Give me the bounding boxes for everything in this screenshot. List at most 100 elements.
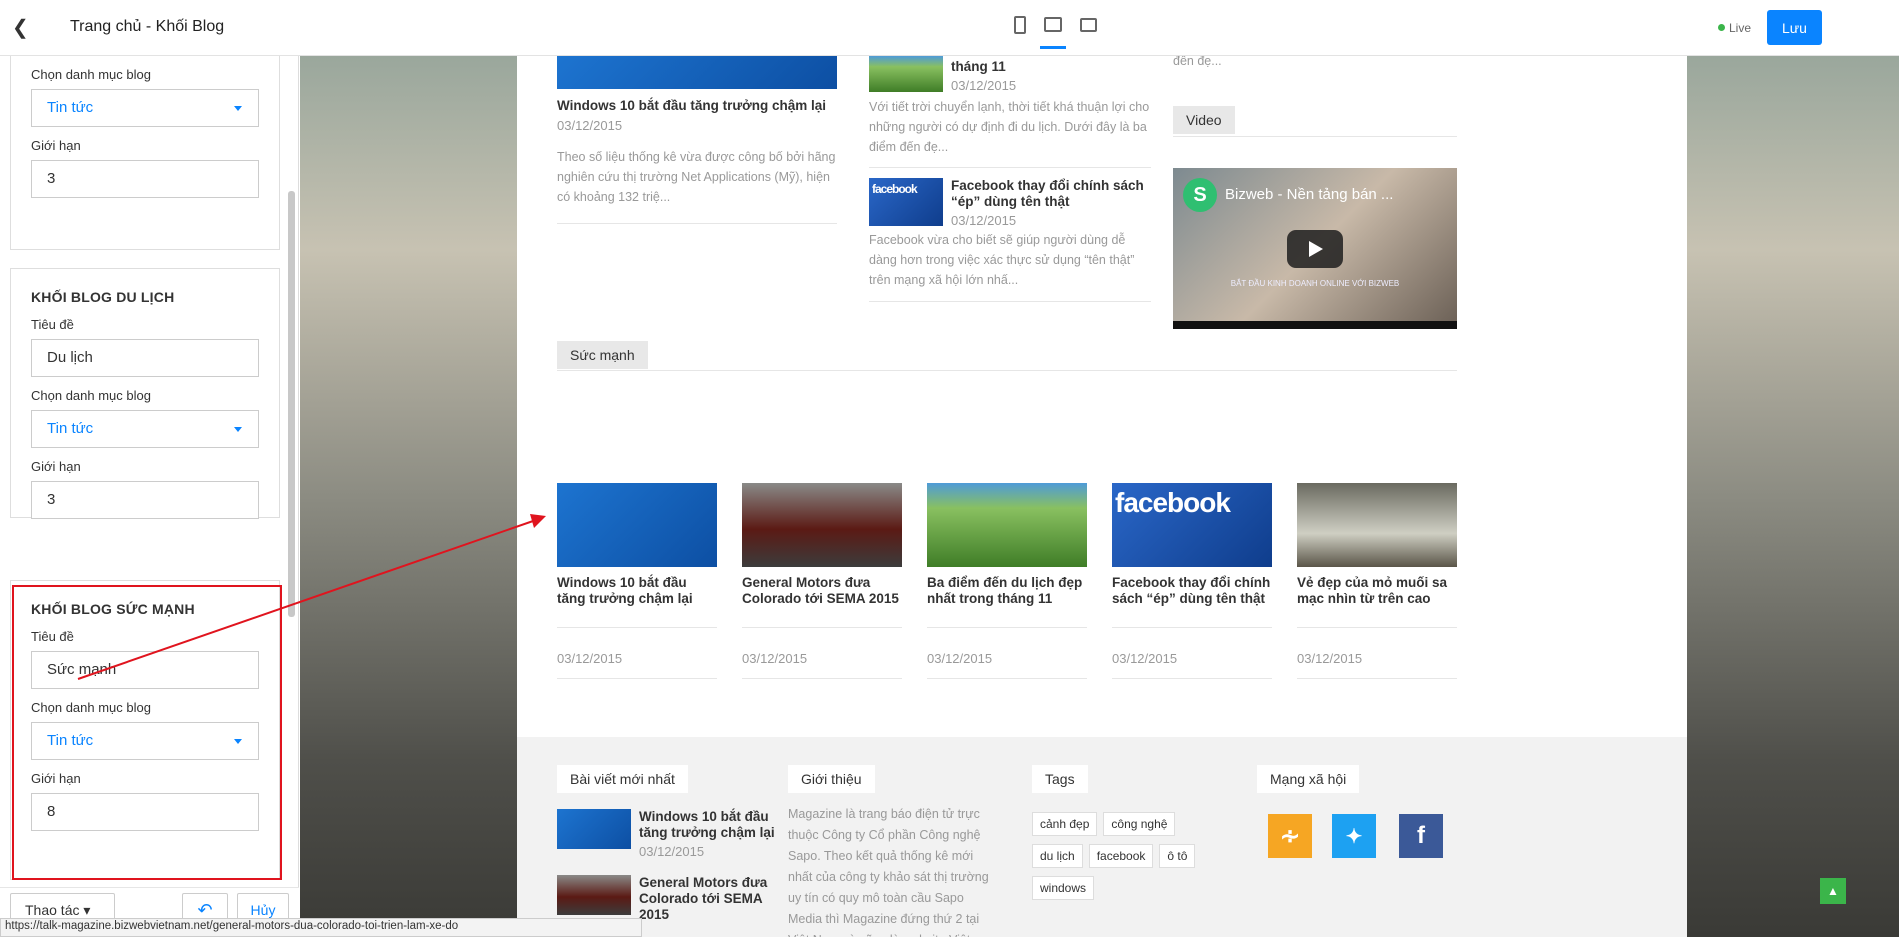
social-tab: Mạng xã hội <box>1257 765 1360 793</box>
divider <box>557 370 1457 371</box>
card-title[interactable]: Vẻ đẹp của mỏ muối sa mạc nhìn từ trên c… <box>1297 575 1457 607</box>
article-date: 03/12/2015 <box>951 213 1017 228</box>
sidebar-scrollbar[interactable] <box>288 191 295 617</box>
tag-item[interactable]: facebook <box>1088 844 1154 868</box>
article-thumbnail[interactable] <box>557 875 631 915</box>
article-excerpt: đến đẹ... <box>1173 56 1222 68</box>
article-title[interactable]: General Motors đưa Colorado tới SEMA 201… <box>639 875 779 923</box>
mobile-view-icon[interactable] <box>1014 16 1026 34</box>
twitter-icon[interactable]: ✦ <box>1332 814 1376 858</box>
top-bar: ❮ Trang chủ - Khối Blog Live Lưu <box>0 0 1899 56</box>
latest-posts-tab: Bài viết mới nhất <box>557 765 688 793</box>
live-dot-icon <box>1718 24 1725 31</box>
article-date: 03/12/2015 <box>639 844 705 859</box>
article-thumbnail[interactable] <box>869 56 943 92</box>
live-indicator: Live <box>1718 21 1751 35</box>
card-date: 03/12/2015 <box>557 651 623 666</box>
video-progress[interactable] <box>1173 321 1457 329</box>
tag-item[interactable]: cảnh đẹp <box>1032 812 1098 836</box>
divider <box>557 223 837 224</box>
card-date: 03/12/2015 <box>1112 651 1178 666</box>
category-label: Chọn danh mục blog <box>31 67 151 82</box>
blog-section-du-lich: KHỐI BLOG DU LỊCH Tiêu đề Du lịch Chọn d… <box>10 268 280 519</box>
tags-tab: Tags <box>1032 765 1088 793</box>
video-tab: Video <box>1173 106 1235 134</box>
facebook-logo: facebook <box>872 182 918 196</box>
highlight-box <box>12 585 282 880</box>
tag-item[interactable]: du lịch <box>1032 844 1083 868</box>
save-button[interactable]: Lưu <box>1767 10 1822 45</box>
tag-item[interactable]: công nghệ <box>1103 812 1176 836</box>
site-preview: Windows 10 bắt đầu tăng trưởng chậm lại … <box>300 56 1899 937</box>
tag-item[interactable]: windows <box>1032 876 1095 900</box>
card-thumbnail[interactable]: facebook <box>1112 483 1272 567</box>
about-tab: Giới thiệu <box>788 765 875 793</box>
article-thumbnail[interactable] <box>557 56 837 89</box>
about-text: Magazine là trang báo điện tử trực thuộc… <box>788 807 989 937</box>
undo-icon: ↶ <box>197 899 213 920</box>
category-select[interactable]: Tin tức <box>31 89 259 127</box>
channel-logo-icon: S <box>1183 178 1217 212</box>
article-title[interactable]: Facebook thay đổi chính sách “ép” dùng t… <box>951 178 1151 210</box>
article-excerpt: Theo số liệu thống kê vừa được công bố b… <box>557 150 836 204</box>
article-title[interactable]: Windows 10 bắt đầu tăng trưởng chậm lại <box>557 98 837 114</box>
facebook-logo: facebook <box>1115 487 1231 518</box>
content-area: Windows 10 bắt đầu tăng trưởng chậm lại … <box>517 56 1687 737</box>
article-title[interactable]: tháng 11 <box>951 59 1006 75</box>
card-title[interactable]: General Motors đưa Colorado tới SEMA 201… <box>742 575 902 607</box>
facebook-icon[interactable]: f <box>1399 814 1443 858</box>
card-thumbnail[interactable] <box>927 483 1087 567</box>
title-label: Tiêu đề <box>31 317 74 332</box>
limit-field[interactable]: 3 <box>31 481 259 519</box>
article-thumbnail[interactable] <box>557 809 631 849</box>
desktop-view-icon[interactable] <box>1040 17 1066 49</box>
tag-item[interactable]: ô tô <box>1159 844 1196 868</box>
section-tab-suc-manh[interactable]: Sức mạnh <box>557 341 648 369</box>
back-icon[interactable]: ❮ <box>12 18 29 38</box>
divider <box>1112 627 1272 628</box>
card-title[interactable]: Facebook thay đổi chính sách “ép” dùng t… <box>1112 575 1272 607</box>
title-field[interactable]: Du lịch <box>31 339 259 377</box>
card-title[interactable]: Windows 10 bắt đầu tăng trưởng chậm lại <box>557 575 717 607</box>
actions-label: Thao tác <box>25 901 80 918</box>
divider <box>927 678 1087 679</box>
rss-icon[interactable]: ∻ <box>1268 814 1312 858</box>
category-label: Chọn danh mục blog <box>31 388 151 403</box>
card-thumbnail[interactable] <box>557 483 717 567</box>
card-thumbnail[interactable] <box>1297 483 1457 567</box>
category-select[interactable]: Tin tức <box>31 410 259 448</box>
video-title[interactable]: Bizweb - Nền tảng bán ... <box>1225 186 1393 203</box>
video-player[interactable]: S Bizweb - Nền tảng bán ... BẮT ĐẦU KINH… <box>1173 168 1457 329</box>
blog-section-partial: Chọn danh mục blog Tin tức Giới hạn 3 <box>10 56 280 250</box>
tag-list: cảnh đẹp công nghệ du lịch facebook ô tô wind… <box>1032 812 1232 908</box>
article-excerpt: Với tiết trời chuyển lạnh, thời tiết khá… <box>869 100 1150 154</box>
page-title: Trang chủ - Khối Blog <box>70 18 225 35</box>
card-title[interactable]: Ba điểm đến du lịch đẹp nhất trong tháng… <box>927 575 1087 607</box>
section-heading: KHỐI BLOG DU LỊCH <box>31 289 175 305</box>
limit-label: Giới hạn <box>31 459 81 474</box>
video-caption: BẮT ĐẦU KINH DOANH ONLINE VỚI BIZWEB <box>1230 279 1400 288</box>
divider <box>742 627 902 628</box>
article-title[interactable]: Windows 10 bắt đầu tăng trưởng chậm lại <box>639 809 779 841</box>
divider <box>927 627 1087 628</box>
card-thumbnail[interactable] <box>742 483 902 567</box>
status-bar-url: https://talk-magazine.bizwebvietnam.net/… <box>0 918 642 937</box>
divider <box>869 301 1151 302</box>
article-thumbnail[interactable]: facebook <box>869 178 943 226</box>
limit-label: Giới hạn <box>31 138 81 153</box>
article-date: 03/12/2015 <box>557 118 623 133</box>
divider <box>557 627 717 628</box>
play-icon[interactable] <box>1287 230 1343 268</box>
fullwidth-view-icon[interactable] <box>1080 18 1097 32</box>
article-date: 03/12/2015 <box>951 78 1017 93</box>
divider <box>742 678 902 679</box>
scroll-to-top-icon[interactable]: ▲ <box>1820 878 1846 904</box>
live-label: Live <box>1729 21 1752 35</box>
card-date: 03/12/2015 <box>1297 651 1363 666</box>
divider <box>557 678 717 679</box>
divider <box>1297 678 1457 679</box>
article-excerpt: Facebook vừa cho biết sẽ giúp người dùng… <box>869 233 1135 287</box>
limit-field[interactable]: 3 <box>31 160 259 198</box>
device-switcher <box>1014 16 1097 49</box>
site-footer: Bài viết mới nhất Windows 10 bắt đầu tăn… <box>517 737 1687 937</box>
